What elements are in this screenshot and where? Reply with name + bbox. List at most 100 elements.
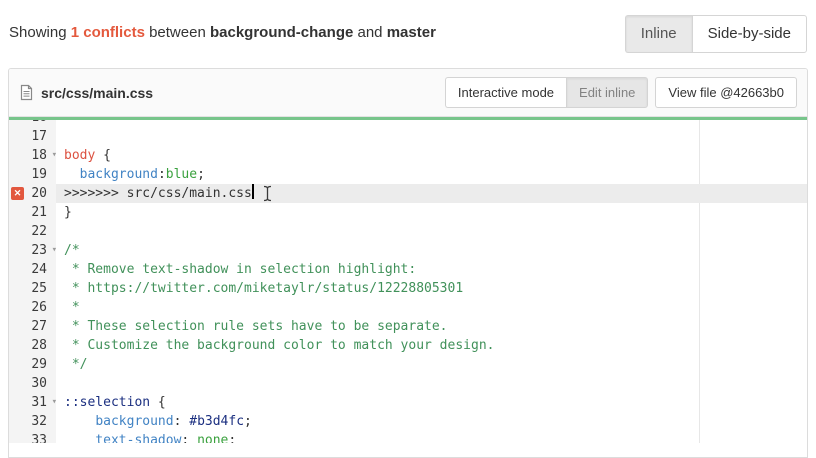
code-line-21[interactable]: 21}: [9, 203, 807, 222]
code-token: text-shadow: [95, 433, 181, 443]
code-text[interactable]: }: [56, 203, 807, 222]
interactive-mode-button[interactable]: Interactive mode: [445, 77, 566, 109]
code-token: * https://twitter.com/miketaylr/status/1…: [64, 281, 463, 296]
code-line-20[interactable]: ✕20 >>>>>>> src/css/main.css: [9, 184, 807, 203]
code-text[interactable]: [56, 222, 807, 241]
code-token: * Customize the background color to matc…: [64, 338, 494, 353]
line-number-21: 21: [9, 203, 56, 222]
code-token: background: [95, 414, 173, 429]
code-line-18[interactable]: 18▾body {: [9, 146, 807, 165]
file-path-label: src/css/main.css: [41, 85, 153, 101]
summary-showing: Showing: [9, 24, 67, 41]
file-header: src/css/main.css Interactive mode Edit i…: [9, 69, 807, 117]
summary-and: and: [358, 24, 383, 41]
code-token: ::selection: [64, 395, 150, 410]
text-caret: [252, 184, 254, 199]
code-text[interactable]: /*: [56, 241, 807, 260]
line-number-19: 19: [9, 165, 56, 184]
code-token: body: [64, 148, 95, 163]
code-token: /*: [64, 243, 80, 258]
code-token: {: [95, 148, 111, 163]
code-line-19[interactable]: 19 background:blue;: [9, 165, 807, 184]
code-text[interactable]: * Customize the background color to matc…: [56, 336, 807, 355]
code-editor[interactable]: 161718▾body {19 background:blue;✕20>>>>>…: [9, 120, 807, 443]
code-token: :: [174, 414, 190, 429]
code-text[interactable]: background: #b3d4fc;: [56, 412, 807, 431]
code-token: >>>>>>> src/css/main.css: [64, 186, 252, 201]
code-line-26[interactable]: 26 *: [9, 298, 807, 317]
code-line-16[interactable]: 16: [9, 120, 807, 127]
view-mode-toggle: Inline Side-by-side: [625, 15, 807, 53]
conflict-file-card: src/css/main.css Interactive mode Edit i…: [8, 68, 808, 458]
code-token: }: [64, 205, 72, 220]
code-token: [64, 433, 95, 443]
code-text[interactable]: * Remove text-shadow in selection highli…: [56, 260, 807, 279]
code-token: [64, 167, 80, 182]
code-text[interactable]: background:blue;: [56, 165, 807, 184]
code-text[interactable]: *: [56, 298, 807, 317]
code-token: * These selection rule sets have to be s…: [64, 319, 448, 334]
file-icon: [19, 84, 34, 101]
view-file-button[interactable]: View file @42663b0: [655, 77, 797, 109]
code-text[interactable]: * https://twitter.com/miketaylr/status/1…: [56, 279, 807, 298]
code-text[interactable]: ::selection {: [56, 393, 807, 412]
code-token: * Remove text-shadow in selection highli…: [64, 262, 416, 277]
code-token: background: [80, 167, 158, 182]
conflict-count: 1 conflicts: [71, 24, 145, 41]
code-token: none: [197, 433, 228, 443]
line-number-28: 28: [9, 336, 56, 355]
code-line-29[interactable]: 29 */: [9, 355, 807, 374]
code-text[interactable]: [56, 120, 807, 127]
code-line-28[interactable]: 28 * Customize the background color to m…: [9, 336, 807, 355]
code-line-33[interactable]: 33 text-shadow: none;: [9, 431, 807, 443]
code-line-24[interactable]: 24 * Remove text-shadow in selection hig…: [9, 260, 807, 279]
code-text[interactable]: body {: [56, 146, 807, 165]
code-text[interactable]: * These selection rule sets have to be s…: [56, 317, 807, 336]
code-line-23[interactable]: 23▾ /*: [9, 241, 807, 260]
line-number-18: 18▾: [9, 146, 56, 165]
branch-name-target: master: [387, 24, 436, 41]
line-number-23: 23▾: [9, 241, 56, 260]
code-text[interactable]: [56, 374, 807, 393]
text-ibeam-cursor-icon: [262, 185, 273, 208]
line-number-30: 30: [9, 374, 56, 393]
code-token: */: [64, 357, 87, 372]
code-text[interactable]: [56, 127, 807, 146]
code-token: *: [64, 300, 80, 315]
line-number-31: 31▾: [9, 393, 56, 412]
code-text[interactable]: >>>>>>> src/css/main.css: [56, 184, 807, 203]
code-token: ;: [244, 414, 252, 429]
code-line-22[interactable]: 22: [9, 222, 807, 241]
branch-name-source: background-change: [210, 24, 353, 41]
code-token: :: [181, 433, 197, 443]
line-number-32: 32: [9, 412, 56, 431]
code-line-27[interactable]: 27 * These selection rule sets have to b…: [9, 317, 807, 336]
line-number-27: 27: [9, 317, 56, 336]
code-token: {: [150, 395, 166, 410]
edit-inline-button[interactable]: Edit inline: [566, 77, 648, 109]
line-number-17: 17: [9, 127, 56, 146]
line-number-25: 25: [9, 279, 56, 298]
code-token: ;: [228, 433, 236, 443]
code-text[interactable]: text-shadow: none;: [56, 431, 807, 443]
code-token: blue: [166, 167, 197, 182]
line-number-24: 24: [9, 260, 56, 279]
code-line-31[interactable]: 31▾::selection {: [9, 393, 807, 412]
line-number-20: ✕20: [9, 184, 56, 203]
summary-between: between: [149, 24, 206, 41]
side-by-side-view-button[interactable]: Side-by-side: [692, 15, 807, 53]
code-line-17[interactable]: 17: [9, 127, 807, 146]
line-number-16: 16: [9, 120, 56, 127]
code-token: #b3d4fc: [189, 414, 244, 429]
line-number-26: 26: [9, 298, 56, 317]
error-x-icon: ✕: [11, 187, 24, 200]
file-title: src/css/main.css: [19, 84, 153, 101]
code-line-32[interactable]: 32 background: #b3d4fc;: [9, 412, 807, 431]
code-text[interactable]: */: [56, 355, 807, 374]
code-token: ;: [197, 167, 205, 182]
code-line-30[interactable]: 30: [9, 374, 807, 393]
line-number-29: 29: [9, 355, 56, 374]
file-header-buttons: Interactive mode Edit inline View file @…: [445, 77, 797, 109]
inline-view-button[interactable]: Inline: [625, 15, 692, 53]
code-line-25[interactable]: 25 * https://twitter.com/miketaylr/statu…: [9, 279, 807, 298]
